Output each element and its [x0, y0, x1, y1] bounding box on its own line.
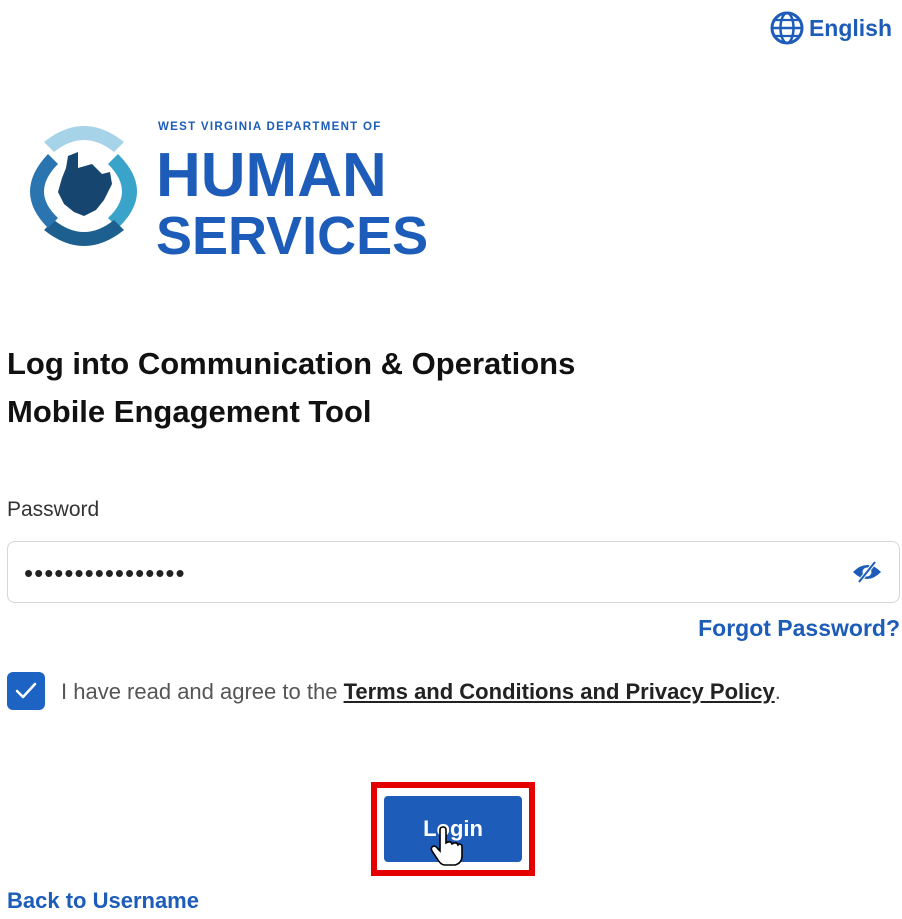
logo-line1: WEST VIRGINIA DEPARTMENT OF	[158, 121, 382, 133]
checkmark-icon	[15, 682, 37, 699]
eye-slash-icon[interactable]	[851, 560, 883, 584]
logo-emblem	[30, 126, 137, 246]
forgot-password-link[interactable]: Forgot Password?	[698, 615, 900, 642]
logo-line2: HUMAN	[156, 141, 387, 210]
page-title: Log into Communication & Operations Mobi…	[7, 340, 807, 436]
agreement-text: I have read and agree to the	[61, 679, 338, 704]
password-input[interactable]	[22, 542, 826, 604]
language-label: English	[808, 14, 892, 41]
dhs-logo: WEST VIRGINIA DEPARTMENT OF HUMAN SERVIC…	[6, 112, 466, 262]
globe-icon	[770, 11, 804, 45]
terms-link[interactable]: Terms and Conditions and Privacy Policy	[344, 679, 775, 704]
back-to-username-link[interactable]: Back to Username	[7, 888, 199, 914]
page-title-line2: Mobile Engagement Tool	[7, 394, 372, 429]
agreement-end: .	[774, 679, 781, 704]
terms-checkbox[interactable]	[7, 672, 45, 710]
logo-line3: SERVICES	[156, 206, 428, 262]
language-selector[interactable]: English	[769, 10, 892, 46]
password-label: Password	[7, 498, 100, 521]
page-title-line1: Log into Communication & Operations	[7, 346, 576, 381]
terms-agreement: I have read and agree to the Terms and C…	[7, 672, 847, 712]
password-field	[7, 541, 900, 604]
login-button[interactable]: Login	[384, 796, 522, 862]
